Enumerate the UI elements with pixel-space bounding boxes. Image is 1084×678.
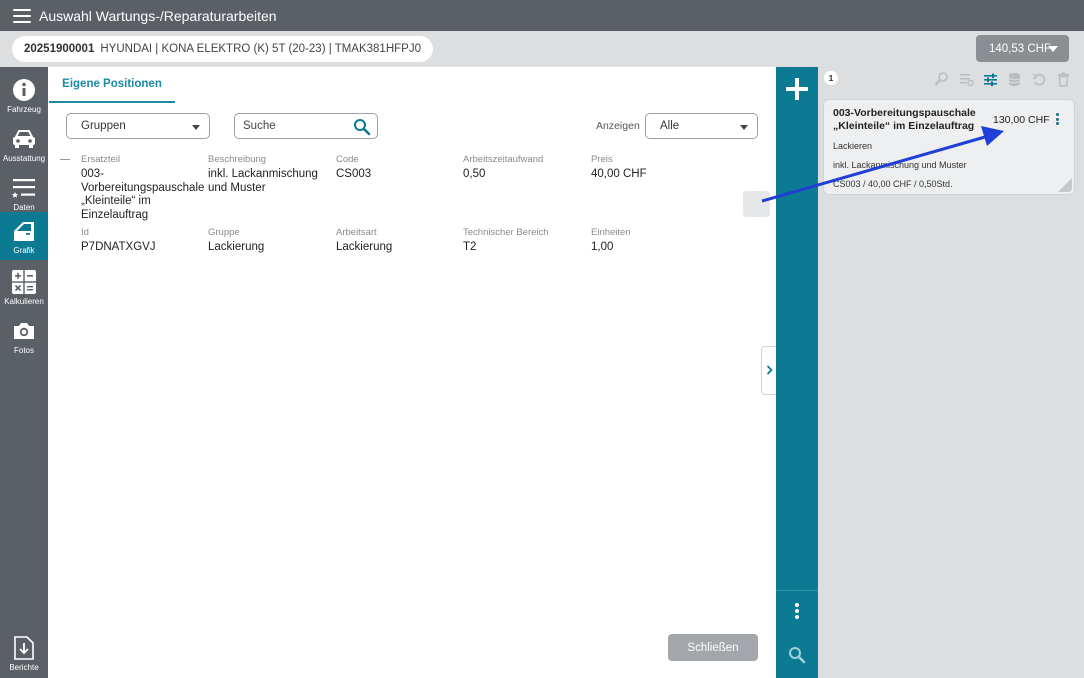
field-value: Lackierung bbox=[336, 241, 393, 253]
field-value: inkl. Lackanmischung und Muster bbox=[208, 168, 318, 194]
field-beschreibung: Beschreibung inkl. Lackanmischung und Mu… bbox=[208, 154, 318, 195]
group-select[interactable]: Gruppen bbox=[66, 113, 210, 139]
database-icon[interactable] bbox=[1006, 71, 1022, 87]
field-header: Einheiten bbox=[591, 227, 631, 238]
caret-down-icon bbox=[1048, 46, 1058, 52]
sliders-icon[interactable] bbox=[982, 71, 998, 87]
field-value: 40,00 CHF bbox=[591, 168, 647, 180]
sidebar-label: Berichte bbox=[9, 663, 39, 672]
card-description: inkl. Lackanmischung und Muster bbox=[833, 160, 967, 170]
field-header: Beschreibung bbox=[208, 154, 267, 165]
sidebar-item-berichte[interactable]: Berichte bbox=[0, 629, 48, 677]
card-title: 003-Vorbereitungspauschale „Kleinteile“ … bbox=[833, 107, 976, 132]
field-arbeitsart: Arbeitsart Lackierung bbox=[336, 227, 392, 255]
sidebar-item-grafik[interactable]: Grafik bbox=[0, 212, 48, 260]
app-root: Auswahl Wartungs-/Reparaturarbeiten 2025… bbox=[0, 0, 1084, 678]
camera-icon bbox=[12, 318, 36, 344]
sidebar-item-fotos[interactable]: Fotos bbox=[0, 312, 48, 360]
car-icon bbox=[11, 126, 37, 152]
sidebar-label: Fotos bbox=[13, 346, 34, 355]
download-icon bbox=[14, 635, 34, 661]
card-work-type: Lackieren bbox=[833, 141, 873, 151]
vehicle-bar: 20251900001 HYUNDAI | KONA ELEKTRO (K) 5… bbox=[0, 31, 1084, 67]
list-filter-icon[interactable] bbox=[958, 71, 974, 87]
sidebar-label: Fahrzeug bbox=[7, 105, 41, 114]
card-corner-fold bbox=[1058, 178, 1072, 192]
search-icon[interactable] bbox=[788, 646, 806, 669]
search-icon[interactable] bbox=[353, 118, 371, 141]
field-header: Technischer Bereich bbox=[463, 227, 549, 238]
add-to-list-button[interactable] bbox=[743, 191, 770, 217]
field-preis: Preis 40,00 CHF bbox=[591, 154, 647, 182]
card-details: CS003 / 40,00 CHF / 0,50Std. bbox=[833, 179, 953, 189]
close-button[interactable]: Schließen bbox=[668, 634, 758, 661]
field-value: CS003 bbox=[336, 168, 372, 180]
caret-down-icon bbox=[740, 125, 748, 130]
field-technischer-bereich: Technischer Bereich T2 bbox=[463, 227, 549, 255]
sidebar-item-fahrzeug[interactable]: Fahrzeug bbox=[0, 71, 48, 119]
undo-icon[interactable] bbox=[1031, 71, 1047, 87]
claim-number: 20251900001 bbox=[24, 43, 95, 55]
more-vertical-icon[interactable] bbox=[1056, 113, 1061, 127]
field-code: Code CS003 bbox=[336, 154, 371, 182]
sidebar-item-ausstattung[interactable]: Ausstattung bbox=[0, 120, 48, 168]
page-title: Auswahl Wartungs-/Reparaturarbeiten bbox=[39, 7, 277, 24]
sidebar-label: Kalkulieren bbox=[4, 297, 44, 306]
field-gruppe: Gruppe Lackierung bbox=[208, 227, 264, 255]
search-input[interactable] bbox=[235, 114, 345, 138]
group-select-value: Gruppen bbox=[81, 120, 126, 132]
field-header: Preis bbox=[591, 154, 613, 165]
vehicle-info-pill[interactable]: 20251900001 HYUNDAI | KONA ELEKTRO (K) 5… bbox=[12, 36, 433, 62]
search-box[interactable] bbox=[234, 113, 378, 139]
show-label: Anzeigen bbox=[596, 120, 640, 132]
field-header: Arbeitszeitaufwand bbox=[463, 154, 544, 165]
field-arbeitszeitaufwand: Arbeitszeitaufwand 0,50 bbox=[463, 154, 543, 182]
tab-eigene-positionen[interactable]: Eigene Positionen bbox=[49, 67, 175, 103]
show-select-value: Alle bbox=[660, 120, 680, 132]
title-bar: Auswahl Wartungs-/Reparaturarbeiten bbox=[0, 0, 1084, 31]
total-amount: 140,53 CHF bbox=[989, 42, 1052, 55]
sidebar-label: Ausstattung bbox=[2, 154, 46, 163]
show-select[interactable]: Alle bbox=[645, 113, 758, 139]
rail-divider bbox=[776, 590, 818, 591]
field-id: Id P7DNATXGVJ bbox=[81, 227, 156, 255]
wrench-search-icon[interactable] bbox=[933, 71, 949, 87]
field-header: Code bbox=[336, 154, 359, 165]
total-amount-dropdown[interactable]: 140,53 CHF bbox=[976, 35, 1069, 62]
field-value: 0,50 bbox=[463, 168, 486, 180]
count-badge: 1 bbox=[824, 71, 838, 85]
action-rail bbox=[776, 67, 818, 678]
sidebar-item-daten[interactable]: Daten bbox=[0, 169, 48, 217]
field-header: Arbeitsart bbox=[336, 227, 377, 238]
left-sidebar: Fahrzeug Ausstattung Daten Grafik Kalkul… bbox=[0, 67, 48, 678]
list-icon bbox=[12, 175, 36, 201]
door-icon bbox=[12, 218, 36, 244]
add-icon[interactable] bbox=[785, 77, 809, 101]
field-header: Id bbox=[81, 227, 89, 238]
field-value: P7DNATXGVJ bbox=[81, 241, 156, 253]
field-value: Lackierung bbox=[208, 241, 265, 253]
more-vertical-icon[interactable] bbox=[794, 603, 800, 621]
position-card[interactable]: 003-Vorbereitungspauschale „Kleinteile“ … bbox=[823, 99, 1075, 195]
menu-icon[interactable] bbox=[13, 8, 31, 23]
sidebar-label: Grafik bbox=[13, 246, 35, 255]
trash-icon[interactable] bbox=[1055, 71, 1071, 87]
collapse-dash[interactable] bbox=[60, 159, 70, 160]
info-icon bbox=[12, 77, 36, 103]
field-ersatzteil: Ersatzteil 003- Vorbereitungspauschale „… bbox=[81, 154, 204, 222]
vehicle-description: HYUNDAI | KONA ELEKTRO (K) 5T (20-23) | … bbox=[100, 43, 421, 55]
calculator-icon bbox=[11, 269, 37, 295]
field-einheiten: Einheiten 1,00 bbox=[591, 227, 631, 255]
sidebar-item-kalkulieren[interactable]: Kalkulieren bbox=[0, 263, 48, 311]
caret-down-icon bbox=[192, 125, 200, 130]
field-header: Gruppe bbox=[208, 227, 240, 238]
sidebar-label: Daten bbox=[13, 203, 35, 212]
field-value: T2 bbox=[463, 241, 477, 253]
field-header: Ersatzteil bbox=[81, 154, 121, 165]
field-value: 1,00 bbox=[591, 241, 614, 253]
card-price: 130,00 CHF bbox=[993, 114, 1050, 126]
chevron-right-icon bbox=[766, 362, 773, 380]
panel-toggle-handle[interactable] bbox=[761, 346, 776, 395]
field-value: 003- Vorbereitungspauschale „Kleinteile“… bbox=[81, 168, 205, 221]
